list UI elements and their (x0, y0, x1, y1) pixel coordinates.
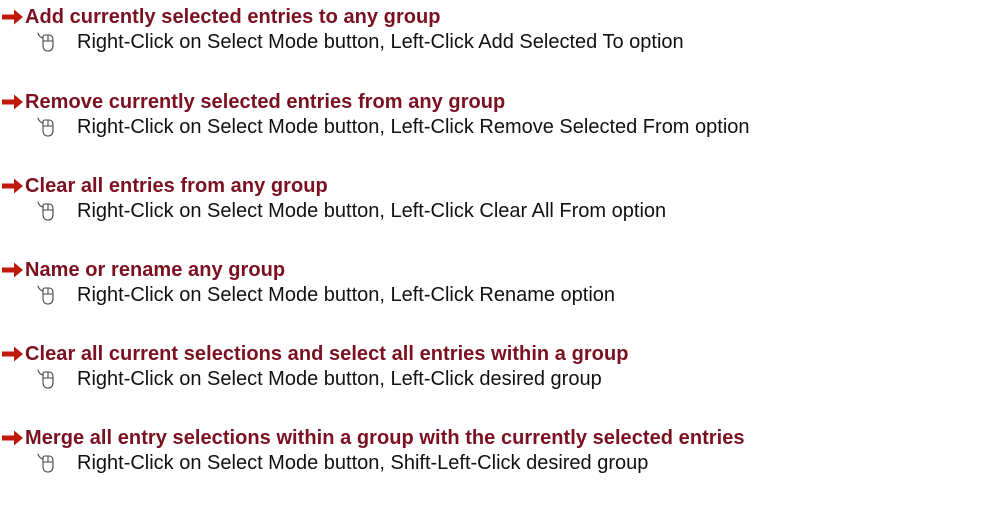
instruction-heading: Merge all entry selections within a grou… (0, 425, 745, 451)
mouse-icon (36, 369, 56, 389)
instruction-heading-text: Clear all entries from any group (25, 175, 328, 197)
instruction-heading-text: Merge all entry selections within a grou… (25, 427, 745, 449)
right-arrow-icon (1, 260, 25, 280)
mouse-icon (36, 453, 56, 473)
mouse-icon (36, 117, 56, 137)
instruction-step-text: Right-Click on Select Mode button, Left-… (77, 368, 602, 390)
instruction-heading-text: Remove currently selected entries from a… (25, 91, 506, 113)
mouse-icon (36, 32, 56, 52)
right-arrow-icon (1, 7, 25, 27)
instruction-step-text: Right-Click on Select Mode button, Left-… (77, 31, 684, 53)
right-arrow-icon (1, 428, 25, 448)
right-arrow-icon (1, 176, 25, 196)
instruction-step-text: Right-Click on Select Mode button, Left-… (77, 284, 616, 306)
instruction-list: Add currently selected entries to any gr… (0, 0, 1008, 510)
instruction-heading: Add currently selected entries to any gr… (0, 4, 441, 30)
instruction-heading: Clear all current selections and select … (0, 341, 629, 367)
instruction-step-text: Right-Click on Select Mode button, Left-… (77, 200, 667, 222)
right-arrow-icon (1, 344, 25, 364)
instruction-heading-text: Name or rename any group (25, 259, 286, 281)
mouse-icon (36, 285, 56, 305)
instruction-step-text: Right-Click on Select Mode button, Left-… (77, 116, 750, 138)
instruction-heading-text: Add currently selected entries to any gr… (25, 6, 441, 28)
instruction-heading-text: Clear all current selections and select … (25, 343, 629, 365)
instruction-heading: Clear all entries from any group (0, 173, 328, 199)
instruction-step-text: Right-Click on Select Mode button, Shift… (77, 452, 649, 474)
instruction-heading: Name or rename any group (0, 257, 285, 283)
right-arrow-icon (1, 92, 25, 112)
instruction-heading: Remove currently selected entries from a… (0, 89, 505, 115)
mouse-icon (36, 201, 56, 221)
